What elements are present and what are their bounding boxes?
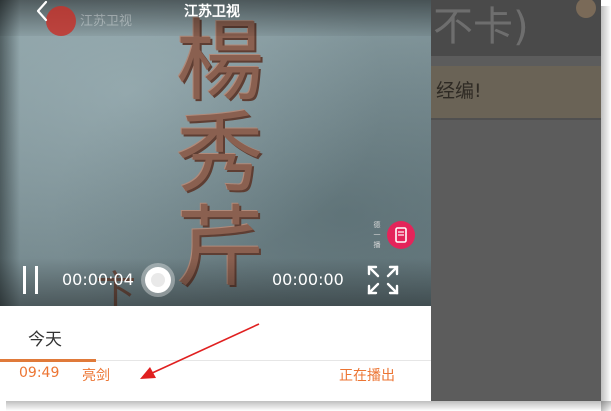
watermark-badge-icon xyxy=(387,221,415,249)
tab-active-indicator xyxy=(0,359,96,362)
channel-title: 江苏卫视 xyxy=(184,4,240,20)
pause-button[interactable] xyxy=(21,266,43,294)
current-time: 00:00:04 xyxy=(62,270,134,289)
program-schedule xyxy=(0,306,431,401)
tab-divider xyxy=(96,360,431,361)
video-player[interactable]: 楊 秀 芹 卞 江苏卫视 江苏卫视 德一播 00:00:04 xyxy=(0,0,431,306)
seek-handle-core xyxy=(151,273,165,287)
program-status: 正在播出 xyxy=(339,368,395,384)
back-button[interactable] xyxy=(32,0,52,22)
seek-handle[interactable] xyxy=(145,267,171,293)
screenshot-frame: 不卡) 经编! 楊 秀 芹 卞 江苏卫视 江苏卫视 德一播 xyxy=(0,0,611,411)
fullscreen-icon xyxy=(367,265,399,295)
pause-icon xyxy=(23,266,26,294)
program-time: 09:49 xyxy=(19,365,60,381)
tab-today[interactable]: 今天 xyxy=(28,325,62,350)
window-shadow-bottom xyxy=(6,401,611,411)
total-time: 00:00:00 xyxy=(272,270,344,289)
background-header-text: 不卡) xyxy=(433,4,529,50)
channel-logo-text: 江苏卫视 xyxy=(80,14,133,29)
pause-icon xyxy=(35,266,38,294)
chevron-left-icon xyxy=(36,0,48,22)
watermark-label: 德一播 xyxy=(373,221,381,249)
fullscreen-button[interactable] xyxy=(366,264,400,296)
window-shadow-right xyxy=(601,6,611,411)
background-divider xyxy=(431,118,601,120)
calligraphy-char: 秀 xyxy=(175,102,264,205)
background-banner-text: 经编! xyxy=(436,80,482,102)
program-name[interactable]: 亮剑 xyxy=(82,365,110,385)
